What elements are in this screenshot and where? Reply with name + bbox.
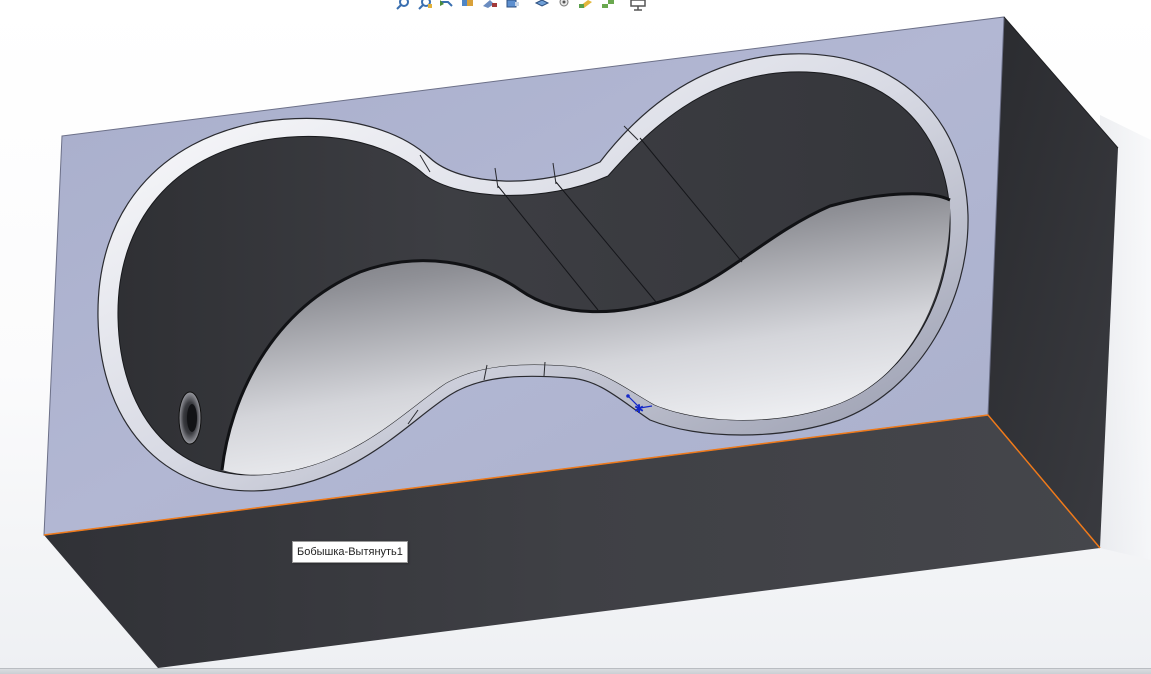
side-hole-inner: [187, 404, 197, 432]
feature-name-tooltip: Бобышка-Вытянуть1: [292, 541, 408, 563]
svg-text:✱: ✱: [634, 402, 644, 416]
model-3d-view[interactable]: ✱: [0, 0, 1151, 674]
graphics-area[interactable]: ✱ Бобышка-Вытянуть1: [0, 0, 1151, 674]
status-bar-edge: [0, 668, 1151, 674]
